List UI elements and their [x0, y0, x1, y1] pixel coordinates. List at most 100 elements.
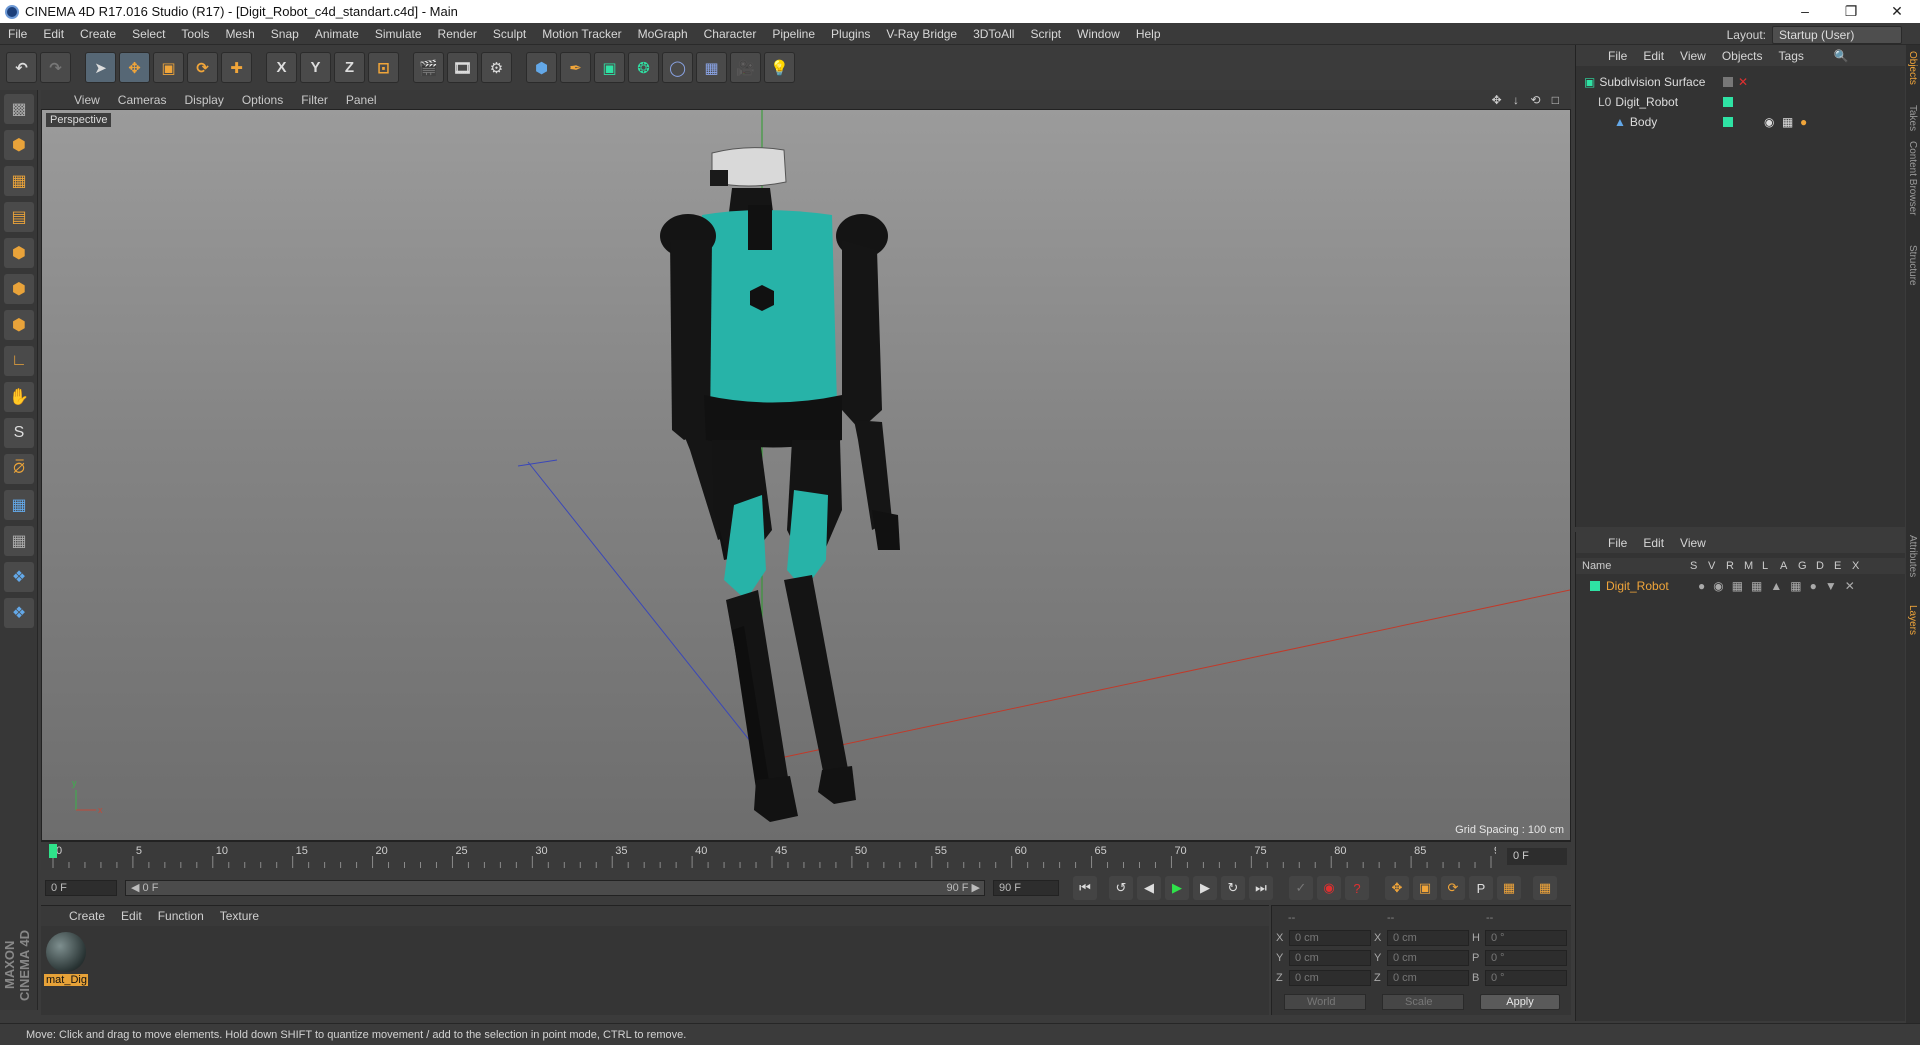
object-row-body[interactable]: ▲ Body ◉ ▦ ●: [1576, 112, 1906, 132]
object-menu-view[interactable]: View: [1672, 49, 1714, 63]
next-key-icon[interactable]: ↻: [1221, 876, 1245, 900]
keyframe-selection-icon[interactable]: ?: [1345, 876, 1369, 900]
material-tag-icon[interactable]: ◉: [1764, 115, 1774, 129]
menu-edit[interactable]: Edit: [35, 27, 72, 41]
move-icon[interactable]: ✥: [119, 52, 150, 83]
object-search-icon[interactable]: 🔍: [1826, 49, 1857, 63]
menu-file[interactable]: File: [0, 27, 35, 41]
position-y-field[interactable]: 0 cm: [1289, 950, 1371, 966]
current-frame-field[interactable]: 0 F: [1507, 848, 1567, 865]
record-keyframes-icon[interactable]: ✓: [1289, 876, 1313, 900]
side-tab-takes[interactable]: Takes: [1907, 105, 1918, 131]
layer-menu-file[interactable]: File: [1600, 536, 1635, 550]
subdivision-icon[interactable]: ▣: [594, 52, 625, 83]
y-axis-icon[interactable]: Y: [300, 52, 331, 83]
3d-viewport[interactable]: y x Perspective Grid Spacing : 100 cm: [41, 109, 1571, 841]
render-view-icon[interactable]: 🎬: [413, 52, 444, 83]
workplane-lock-icon[interactable]: ▦: [4, 490, 34, 520]
layer-toggle-icons[interactable]: ●◉▦▦▲▦●▼✕: [1698, 579, 1863, 593]
array-icon[interactable]: ❂: [628, 52, 659, 83]
timeline-ruler[interactable]: 051015202530354045505560657075808590 0 F: [41, 841, 1571, 870]
next-frame-icon[interactable]: ▶: [1193, 876, 1217, 900]
object-row-subdivision-surface[interactable]: ▣ Subdivision Surface ✕: [1576, 72, 1906, 92]
viewport-menu-cameras[interactable]: Cameras: [109, 93, 176, 107]
menu-select[interactable]: Select: [124, 27, 173, 41]
menu-simulate[interactable]: Simulate: [367, 27, 430, 41]
viewport-menu-panel[interactable]: Panel: [337, 93, 386, 107]
range-slider[interactable]: ◀ 0 F 90 F ▶: [125, 880, 985, 896]
coordinate-system-icon[interactable]: ⊡: [368, 52, 399, 83]
menu-mograph[interactable]: MoGraph: [630, 27, 696, 41]
menu-vray-bridge[interactable]: V-Ray Bridge: [878, 27, 965, 41]
x-axis-icon[interactable]: X: [266, 52, 297, 83]
play-icon[interactable]: ▶: [1165, 876, 1189, 900]
menu-window[interactable]: Window: [1069, 27, 1128, 41]
texture-mode-icon[interactable]: ▦: [4, 166, 34, 196]
close-button[interactable]: ✕: [1874, 3, 1920, 20]
python-script-icon[interactable]: ❖: [4, 598, 34, 628]
object-menu-file[interactable]: File: [1600, 49, 1635, 63]
menu-character[interactable]: Character: [696, 27, 765, 41]
texture-tag-icon[interactable]: ▦: [1782, 115, 1793, 129]
key-parameter-icon[interactable]: P: [1469, 876, 1493, 900]
workplane-mode-icon[interactable]: ▤: [4, 202, 34, 232]
side-tab-layers[interactable]: Layers: [1907, 605, 1918, 635]
layout-dropdown[interactable]: Startup (User): [1772, 26, 1902, 44]
viewport-navigation-icons[interactable]: ✥ ↓ ⟲ □: [1492, 93, 1563, 107]
maximize-button[interactable]: ❐: [1828, 3, 1874, 20]
render-picture-viewer-icon[interactable]: 🎞: [447, 52, 478, 83]
menu-pipeline[interactable]: Pipeline: [764, 27, 823, 41]
end-frame-field[interactable]: 90 F: [993, 880, 1059, 896]
side-tab-structure[interactable]: Structure: [1907, 245, 1918, 286]
planar-workplane-icon[interactable]: ▦: [4, 526, 34, 556]
polygons-mode-icon[interactable]: ⬢: [4, 310, 34, 340]
menu-mesh[interactable]: Mesh: [217, 27, 262, 41]
object-menu-edit[interactable]: Edit: [1635, 49, 1672, 63]
select-arrow-icon[interactable]: ➤: [85, 52, 116, 83]
layer-color-swatch[interactable]: [1590, 581, 1600, 591]
menu-tools[interactable]: Tools: [173, 27, 217, 41]
menu-help[interactable]: Help: [1128, 27, 1169, 41]
magnet-icon[interactable]: ⦱: [4, 454, 34, 484]
go-to-end-icon[interactable]: ⏭: [1249, 876, 1273, 900]
material-menu-texture[interactable]: Texture: [212, 909, 267, 923]
scale-icon[interactable]: ▣: [153, 52, 184, 83]
position-z-field[interactable]: 0 cm: [1289, 970, 1371, 986]
size-y-field[interactable]: 0 cm: [1387, 950, 1469, 966]
disabled-check-icon[interactable]: ✕: [1738, 75, 1748, 89]
size-x-field[interactable]: 0 cm: [1387, 930, 1469, 946]
layer-menu-edit[interactable]: Edit: [1635, 536, 1672, 550]
previous-frame-icon[interactable]: ◀: [1137, 876, 1161, 900]
object-menu-tags[interactable]: Tags: [1771, 49, 1812, 63]
menu-snap[interactable]: Snap: [263, 27, 307, 41]
viewport-menu-options[interactable]: Options: [233, 93, 292, 107]
menu-motion-tracker[interactable]: Motion Tracker: [534, 27, 629, 41]
rotation-p-field[interactable]: 0 °: [1485, 950, 1567, 966]
cube-icon[interactable]: ⬢: [526, 52, 557, 83]
timeline-layout-icon[interactable]: ▦: [1533, 876, 1557, 900]
live-select-icon[interactable]: ✚: [221, 52, 252, 83]
edges-mode-icon[interactable]: ⬢: [4, 274, 34, 304]
side-tab-objects[interactable]: Objects: [1907, 51, 1918, 85]
material-menu-create[interactable]: Create: [61, 909, 113, 923]
material-menu-function[interactable]: Function: [150, 909, 212, 923]
object-row-digit-robot[interactable]: L0 Digit_Robot: [1576, 92, 1906, 112]
menu-create[interactable]: Create: [72, 27, 124, 41]
apply-button[interactable]: Apply: [1480, 994, 1560, 1010]
side-tab-content-browser[interactable]: Content Browser: [1907, 141, 1918, 215]
material-menu-edit[interactable]: Edit: [113, 909, 150, 923]
autokey-icon[interactable]: ◉: [1317, 876, 1341, 900]
viewport-menu-display[interactable]: Display: [175, 93, 232, 107]
floor-icon[interactable]: ▦: [696, 52, 727, 83]
viewport-camera-label[interactable]: Perspective: [46, 113, 112, 127]
go-to-start-icon[interactable]: ⏮: [1073, 876, 1097, 900]
tweak-mode-icon[interactable]: ✋: [4, 382, 34, 412]
points-mode-icon[interactable]: ⬢: [4, 238, 34, 268]
model-mode-icon[interactable]: ⬢: [4, 130, 34, 160]
deformer-icon[interactable]: ◯: [662, 52, 693, 83]
viewport-menu-view[interactable]: View: [65, 93, 109, 107]
layer-row-digit-robot[interactable]: Digit_Robot ●◉▦▦▲▦●▼✕: [1576, 576, 1906, 596]
pen-icon[interactable]: ✒: [560, 52, 591, 83]
z-axis-icon[interactable]: Z: [334, 52, 365, 83]
layer-menu-view[interactable]: View: [1672, 536, 1714, 550]
